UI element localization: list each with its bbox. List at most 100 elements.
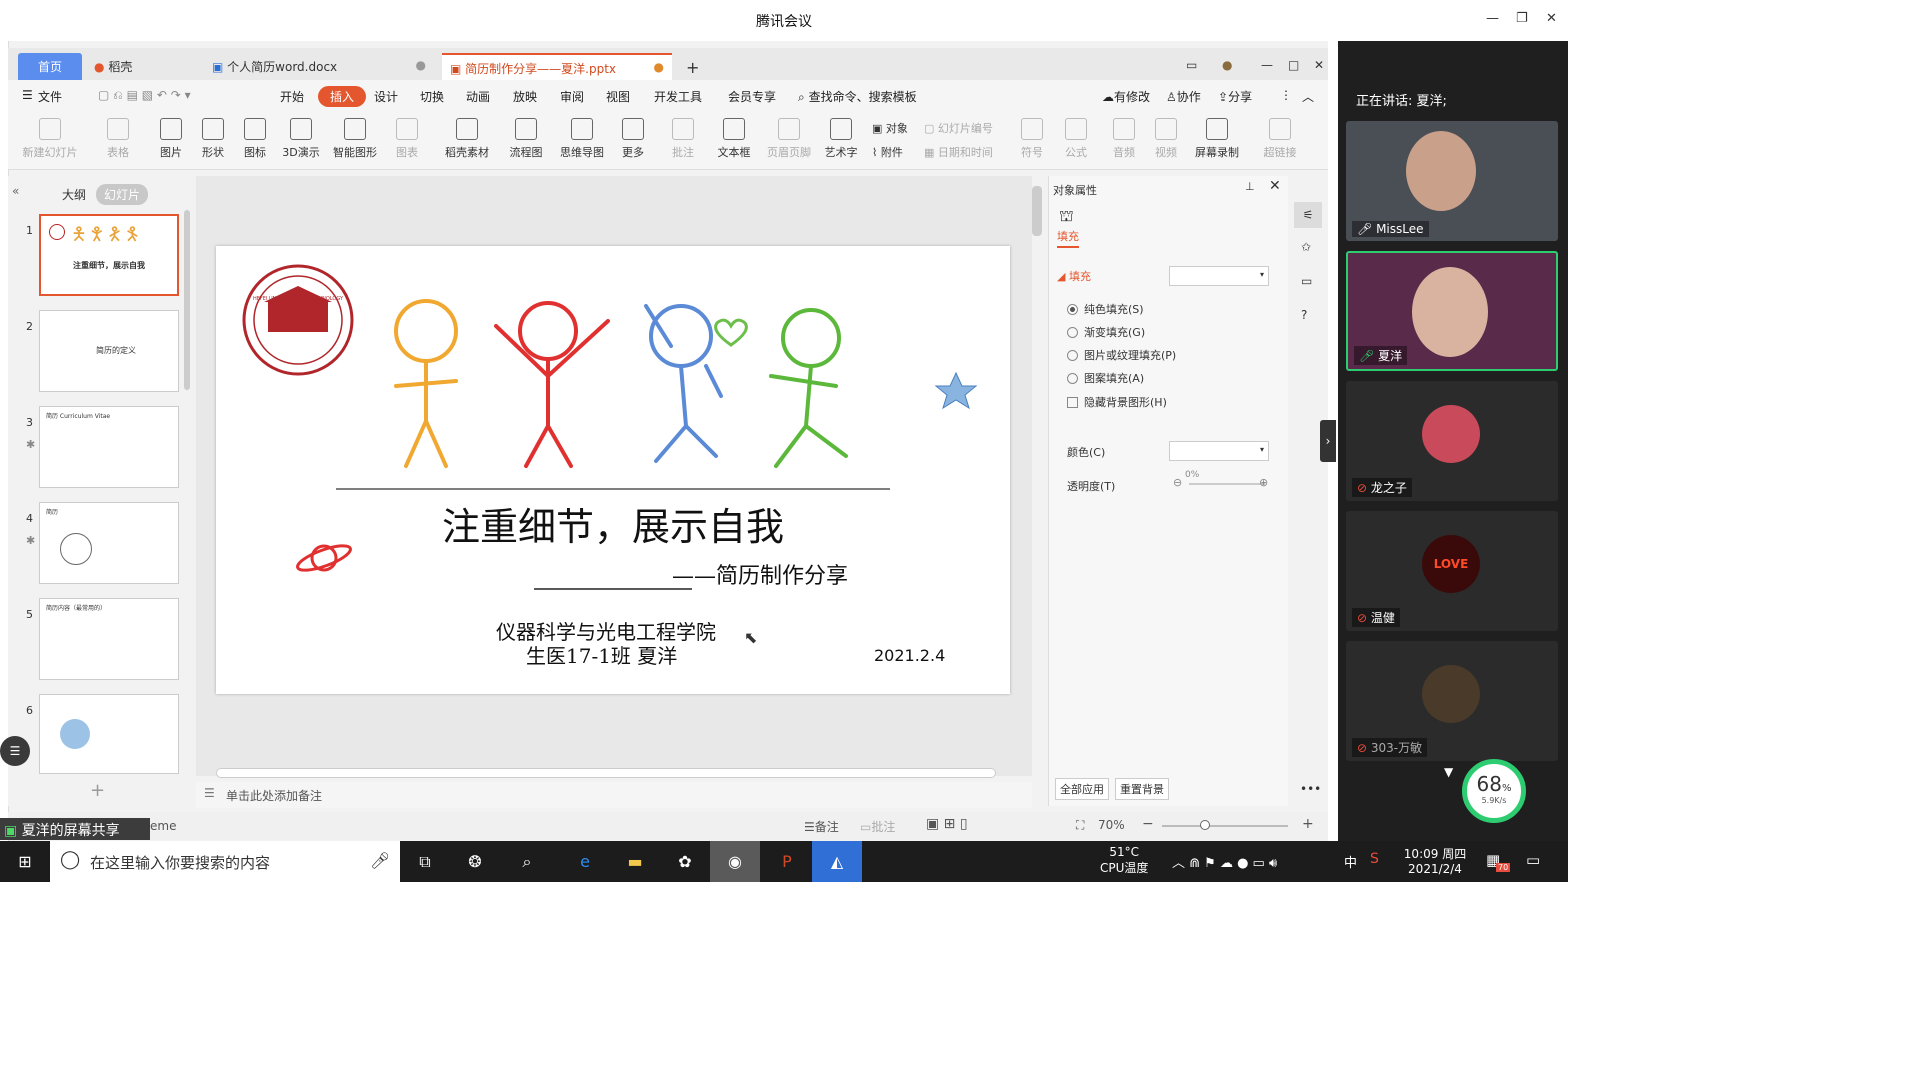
quick-access-icons[interactable]: ▢ ⎌ ▤ ▧ ↶ ↷ ▾ <box>98 88 191 103</box>
shape-button[interactable]: 形状 <box>196 118 230 160</box>
menu-slideshow[interactable]: 放映 <box>513 88 537 105</box>
video-tile-misslee[interactable]: 🎤︎ MissLee <box>1346 121 1558 241</box>
zoom-in-icon[interactable]: + <box>1302 816 1314 832</box>
props-close-icon[interactable]: ✕ <box>1269 178 1281 194</box>
screen-record-button[interactable]: 屏幕录制 <box>1192 118 1242 160</box>
file-explorer-icon[interactable]: ▬ <box>610 841 660 882</box>
menu-transition[interactable]: 切换 <box>420 88 444 105</box>
microphone-icon[interactable]: 🎤︎ <box>370 851 390 870</box>
horizontal-scrollbar[interactable] <box>216 768 996 778</box>
smart-graphic-button[interactable]: 智能图形 <box>328 118 382 160</box>
plus-icon[interactable]: ⊕ <box>1259 476 1268 489</box>
notes-placeholder[interactable]: 单击此处添加备注 <box>226 787 322 804</box>
ime-indicator[interactable]: 中 <box>1344 852 1357 871</box>
textbox-button[interactable]: 文本框 <box>714 118 754 160</box>
tab-straw[interactable]: ● 稻壳 <box>86 53 140 80</box>
pin-icon[interactable]: ⊥ <box>1245 180 1255 193</box>
picture-button[interactable]: 图片 <box>154 118 188 160</box>
panel-scrollbar[interactable] <box>184 210 190 390</box>
sogou-icon[interactable]: S <box>1370 851 1379 867</box>
properties-icon[interactable]: ⚟ <box>1294 202 1322 228</box>
slide-thumb-4[interactable]: 简历 <box>39 502 179 584</box>
video-tile-wanmin[interactable]: ⊘ 303-万敏 <box>1346 641 1558 761</box>
hyperlink-button[interactable]: 超链接 <box>1258 118 1302 160</box>
slide-thumb-1[interactable]: 🯅🯆🯇🯈 注重细节，展示自我 <box>39 214 179 296</box>
current-slide[interactable]: HEFEI UNIVERSITY OF TECHNOLOGY 1945 注重细节… <box>216 246 1010 694</box>
notes-bar[interactable]: ☰ 单击此处添加备注 <box>196 782 1032 808</box>
comment-panel-icon[interactable]: ▭ <box>1301 274 1312 288</box>
close-button[interactable]: ✕ <box>1546 11 1557 26</box>
menu-review[interactable]: 审阅 <box>560 88 584 105</box>
menu-file[interactable]: 文件 <box>38 88 62 105</box>
add-slide-button[interactable]: + <box>90 780 105 801</box>
collapse-panel-icon[interactable]: « <box>12 184 19 198</box>
slide-thumb-3[interactable]: 简历 Curriculum Vitae <box>39 406 179 488</box>
color-dropdown[interactable]: ▾ <box>1169 441 1269 461</box>
video-tile-xiayang[interactable]: 🎤︎ 夏洋 <box>1346 251 1558 371</box>
radio-pattern-fill[interactable]: 图案填充(A) <box>1067 370 1144 386</box>
expand-panel-button[interactable]: › <box>1320 420 1336 462</box>
fill-section-header[interactable]: ◢ 填充 <box>1057 268 1091 284</box>
menu-start[interactable]: 开始 <box>280 88 304 105</box>
menu-member[interactable]: 会员专享 <box>728 88 776 105</box>
floating-menu-icon[interactable]: ☰ <box>0 736 30 766</box>
comment-button[interactable]: 批注 <box>668 118 698 160</box>
canvas-scrollbar[interactable] <box>1032 186 1042 236</box>
chart-button[interactable]: 图表 <box>392 118 422 160</box>
app-icon[interactable]: ❂ <box>450 841 500 882</box>
wps-minimize-button[interactable]: — <box>1253 53 1281 80</box>
tab-outline[interactable]: 大纲 <box>62 186 86 203</box>
zoom-slider[interactable] <box>1162 820 1288 830</box>
minimize-button[interactable]: — <box>1486 11 1499 26</box>
more-icon[interactable]: ⋮ <box>1280 88 1292 102</box>
transparency-slider[interactable] <box>1189 483 1265 485</box>
minus-icon[interactable]: ⊖ <box>1173 476 1182 489</box>
radio-gradient-fill[interactable]: 渐变填充(G) <box>1067 324 1145 340</box>
table-button[interactable]: 表格 <box>100 118 136 160</box>
share-button[interactable]: ⇪分享 <box>1218 88 1252 105</box>
wps-max-button[interactable]: □ <box>1280 53 1307 80</box>
scroll-down-icon[interactable]: ▼ <box>1444 765 1453 779</box>
app-icon[interactable]: ◉ <box>710 841 760 882</box>
comment-toggle[interactable]: ▭批注 <box>860 818 895 835</box>
more-dots-icon[interactable]: ••• <box>1300 782 1321 796</box>
checkbox-hide-bg[interactable]: 隐藏背景图形(H) <box>1067 394 1167 410</box>
straw-material-button[interactable]: 稻壳素材 <box>442 118 492 160</box>
apply-all-button[interactable]: 全部应用 <box>1055 778 1109 800</box>
restore-button[interactable]: ❐ <box>1516 11 1528 26</box>
new-slide-button[interactable]: 新建幻灯片 <box>20 118 80 160</box>
fill-dropdown[interactable]: ▾ <box>1169 266 1269 286</box>
action-center-icon[interactable]: ▭ <box>1526 851 1540 869</box>
3d-button[interactable]: 3D演示 <box>280 118 322 160</box>
video-tile-wenjian[interactable]: LOVE ⊘ 温健 <box>1346 511 1558 631</box>
radio-solid-fill[interactable]: 纯色填充(S) <box>1067 301 1144 317</box>
edge-icon[interactable]: e <box>560 841 610 882</box>
task-view-icon[interactable]: ⧉ <box>400 841 450 882</box>
zoom-level[interactable]: 70% <box>1098 818 1125 832</box>
powerpoint-icon[interactable]: P <box>762 841 812 882</box>
tab-doc[interactable]: ▣ 个人简历word.docx ● <box>204 53 434 80</box>
tencent-meeting-icon[interactable]: ◭ <box>812 841 862 882</box>
avatar[interactable]: ● <box>1214 53 1240 80</box>
zoom-out-icon[interactable]: − <box>1142 816 1154 832</box>
clock[interactable]: 10:09 周四 2021/2/4 <box>1400 845 1470 876</box>
wps-close-button[interactable]: ✕ <box>1306 53 1332 80</box>
audio-button[interactable]: 音频 <box>1106 118 1142 160</box>
magnifier-icon[interactable]: ⌕ <box>502 841 552 882</box>
slide-thumb-6[interactable] <box>39 694 179 774</box>
radio-picture-fill[interactable]: 图片或纹理填充(P) <box>1067 347 1176 363</box>
slide-number-button[interactable]: ▢ 幻灯片编号 <box>924 120 993 136</box>
attach-button[interactable]: ⌇ 附件 <box>872 144 903 160</box>
wordart-button[interactable]: 艺术字 <box>820 118 862 160</box>
menu-design[interactable]: 设计 <box>374 88 398 105</box>
slide-thumb-2[interactable]: 简历的定义 <box>39 310 179 392</box>
app-icon[interactable]: ✿ <box>660 841 710 882</box>
menu-insert[interactable]: 插入 <box>318 86 367 107</box>
view-buttons[interactable]: ▣ ⊞ ▯ <box>926 816 968 832</box>
menu-view[interactable]: 视图 <box>606 88 630 105</box>
hamburger-icon[interactable]: ☰ <box>22 88 33 102</box>
video-button[interactable]: 视频 <box>1148 118 1184 160</box>
tab-active-ppt[interactable]: ▣ 简历制作分享——夏洋.pptx ● <box>442 53 672 80</box>
formula-button[interactable]: 公式 <box>1058 118 1094 160</box>
collapse-ribbon-icon[interactable]: ︿ <box>1302 88 1314 105</box>
